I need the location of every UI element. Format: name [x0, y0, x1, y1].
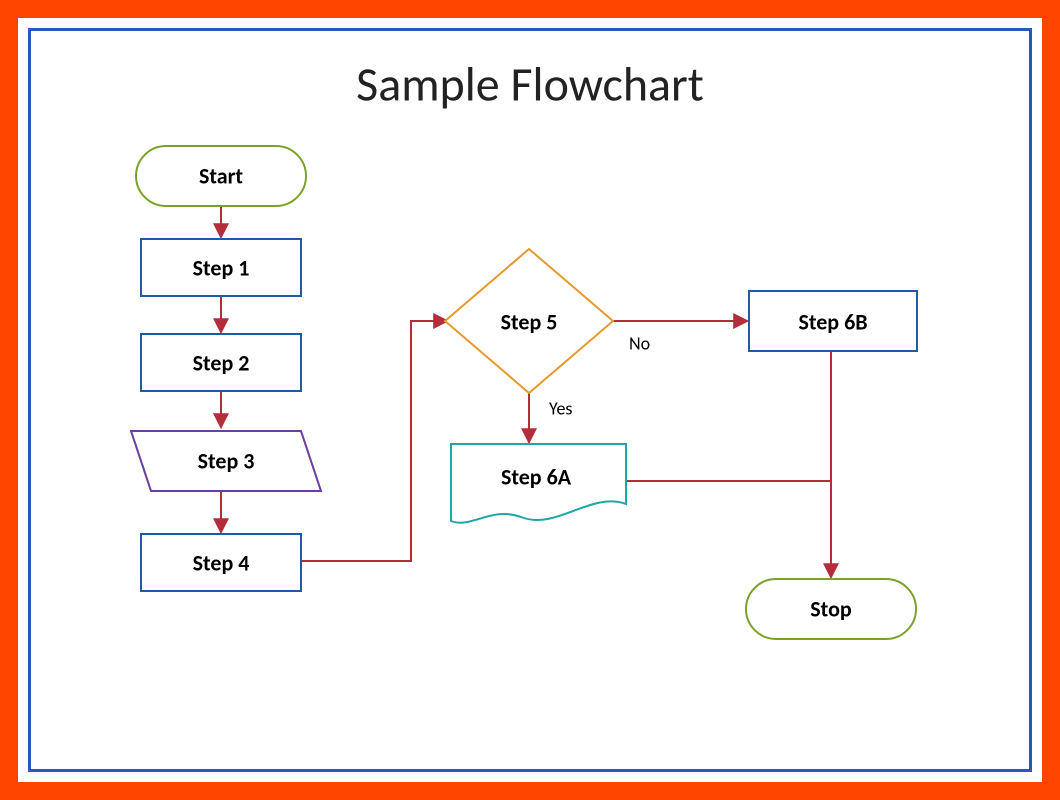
node-step5-label: Step 5 [501, 308, 558, 335]
node-step2-label: Step 2 [193, 349, 250, 376]
node-step6a-label: Step 6A [501, 463, 572, 490]
node-stop-label: Stop [810, 595, 852, 622]
node-step1-label: Step 1 [193, 254, 250, 281]
node-step5: Step 5 [445, 249, 613, 393]
inner-border: Sample Flowchart [28, 28, 1032, 772]
node-step6b: Step 6B [749, 291, 917, 351]
node-start: Start [136, 146, 306, 206]
flowchart-canvas: Sample Flowchart [31, 31, 1029, 771]
edge-label-yes: Yes [549, 398, 572, 420]
node-start-label: Start [199, 162, 243, 189]
node-step6a: Step 6A [451, 444, 626, 523]
node-step3: Step 3 [131, 431, 321, 491]
node-step3-label: Step 3 [198, 447, 255, 474]
diagram-title: Sample Flowchart [356, 54, 704, 113]
edge-label-no: No [629, 333, 650, 355]
edge-step4-step5 [301, 321, 446, 561]
node-step1: Step 1 [141, 239, 301, 296]
node-step4: Step 4 [141, 534, 301, 591]
node-step2: Step 2 [141, 334, 301, 391]
node-step6b-label: Step 6B [798, 308, 867, 335]
node-stop: Stop [746, 579, 916, 639]
node-step4-label: Step 4 [193, 549, 250, 576]
edge-step6a-stop [626, 481, 831, 571]
outer-border: Sample Flowchart [0, 0, 1060, 800]
